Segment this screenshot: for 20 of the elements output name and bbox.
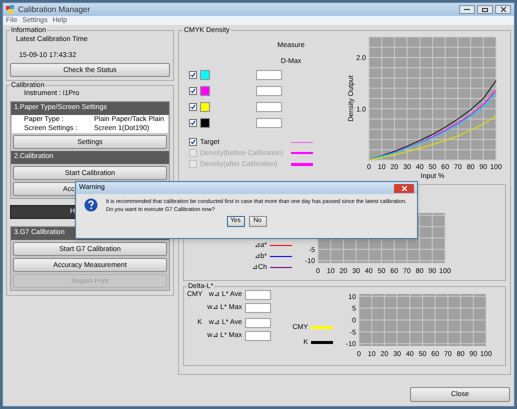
close-icon[interactable] [394,184,414,192]
close-icon[interactable] [495,5,511,14]
question-icon [84,198,98,212]
checkbox[interactable] [189,71,197,79]
app-icon [6,5,15,14]
checkbox[interactable] [189,138,197,146]
window-title: Calibration Manager [18,4,90,16]
input-field[interactable] [256,70,282,80]
input-field[interactable] [245,290,271,300]
input-field[interactable] [245,302,271,313]
checkbox[interactable] [189,87,197,95]
input-field[interactable] [245,330,271,341]
input-field[interactable] [256,118,282,128]
input-field[interactable] [256,86,282,96]
maximize-icon[interactable] [477,5,493,14]
checkbox[interactable] [189,103,197,111]
input-field[interactable] [256,102,282,112]
input-field[interactable] [245,318,271,328]
minimize-icon[interactable] [459,5,475,14]
checkbox[interactable] [189,119,197,127]
